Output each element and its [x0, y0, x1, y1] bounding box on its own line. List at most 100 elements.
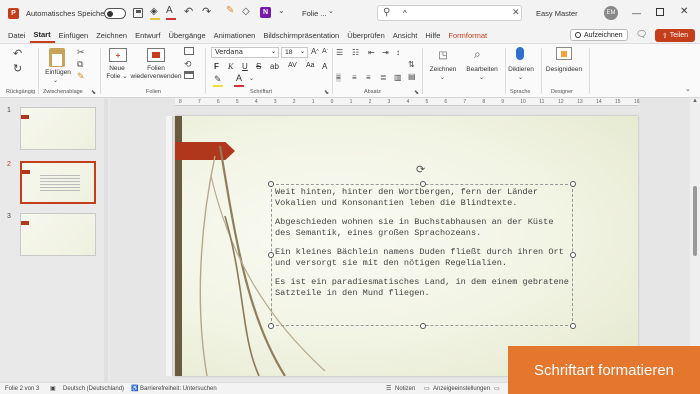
display-settings-label[interactable]: Anzeigeeinstellungen	[433, 386, 490, 392]
collapse-ribbon-icon[interactable]: ⌄	[685, 85, 691, 93]
comments-icon[interactable]: 🗨	[636, 29, 647, 40]
scroll-up-icon[interactable]: ▲	[692, 98, 698, 104]
reuse-slides-label-1[interactable]: Folien	[132, 65, 180, 73]
paste-icon[interactable]	[49, 48, 65, 67]
title-dropdown-icon[interactable]: ⌄	[328, 7, 334, 15]
tab-zeichnen[interactable]: Zeichnen	[92, 27, 131, 43]
tab-datei[interactable]: Datei	[4, 27, 30, 43]
slide-thumbnail[interactable]	[20, 213, 96, 256]
accessibility-text[interactable]: Barrierefreiheit: Untersuchen	[140, 386, 217, 392]
slide-thumbnail[interactable]	[20, 107, 96, 150]
shrink-font-icon[interactable]: Aˇ	[322, 48, 328, 55]
tab-ueberpruefen[interactable]: Überprüfen	[343, 27, 389, 43]
new-slide-label-1[interactable]: Neue	[102, 65, 132, 73]
customize-toolbar-icon[interactable]: ⌄	[278, 6, 285, 15]
align-left-icon[interactable]: ≡	[336, 73, 341, 82]
font-size-select[interactable]: 18 ⌄	[281, 47, 308, 58]
accessibility-icon[interactable]: ♿	[131, 385, 138, 392]
underline-icon[interactable]: U	[242, 62, 248, 71]
design-ideas-label[interactable]: Designideen	[543, 66, 585, 74]
new-slide-icon[interactable]: +	[109, 48, 127, 62]
tab-start[interactable]: Start	[29, 27, 55, 43]
notes-label[interactable]: Notizen	[395, 386, 415, 392]
tab-ansicht[interactable]: Ansicht	[389, 27, 422, 43]
normal-view-icon[interactable]: ▭	[494, 385, 500, 392]
save-icon[interactable]	[133, 8, 143, 18]
thumbnail-scrollbar[interactable]	[104, 98, 108, 382]
design-ideas-icon[interactable]	[556, 47, 572, 60]
autosave-toggle[interactable]	[104, 8, 126, 19]
paste-button-label[interactable]: Einfügen	[44, 69, 72, 77]
notes-icon[interactable]: ☰	[386, 385, 391, 392]
decrease-indent-icon[interactable]: ⇤	[368, 48, 375, 57]
strikethrough-icon[interactable]: S	[256, 62, 261, 71]
columns-icon[interactable]: ▥	[394, 73, 402, 82]
redo-icon[interactable]: ↷	[202, 5, 211, 18]
text-direction-icon[interactable]: ⇅	[408, 60, 415, 69]
font-name-select[interactable]: Verdana ⌄	[211, 47, 279, 58]
ribbon-redo-icon[interactable]: ↻	[13, 62, 22, 75]
increase-indent-icon[interactable]: ⇥	[382, 48, 389, 57]
bullets-icon[interactable]: ☰	[336, 48, 343, 57]
minimize-icon[interactable]: —	[632, 8, 641, 18]
draw-button-label[interactable]: Zeichnen	[426, 66, 460, 74]
resize-handle[interactable]	[570, 323, 576, 329]
slide-canvas[interactable]: ⟳ Weit hinten, hinter den Wortbergen, fe…	[175, 116, 638, 376]
font-launcher-icon[interactable]: ⬊	[324, 89, 329, 96]
copy-icon[interactable]: ⧉	[77, 59, 83, 70]
record-button[interactable]: Aufzeichnen	[570, 29, 628, 41]
display-settings-icon[interactable]: ▭	[424, 385, 430, 392]
document-title[interactable]: Folie ...	[302, 9, 327, 18]
undo-icon[interactable]: ↶	[184, 5, 193, 18]
draw-shapes-icon[interactable]: ◳	[434, 48, 452, 62]
tab-entwurf[interactable]: Entwurf	[131, 27, 164, 43]
close-icon[interactable]: ✕	[680, 6, 688, 17]
align-right-icon[interactable]: ≡	[366, 73, 371, 82]
text-box[interactable]: ⟳ Weit hinten, hinter den Wortbergen, fe…	[268, 164, 576, 329]
microphone-icon[interactable]	[516, 47, 524, 60]
shadow-icon[interactable]: ab	[270, 62, 279, 71]
tab-uebergaenge[interactable]: Übergänge	[165, 27, 210, 43]
italic-icon[interactable]: K	[228, 62, 233, 71]
maximize-icon[interactable]	[656, 8, 664, 16]
numbering-icon[interactable]: ☷	[352, 48, 359, 57]
rotate-handle-icon[interactable]: ⟳	[416, 163, 425, 176]
tab-bildschirmpraesentation[interactable]: Bildschirmpräsentation	[259, 27, 343, 43]
onenote-icon[interactable]: N	[260, 7, 271, 18]
spellcheck-icon[interactable]: ▣	[50, 385, 56, 392]
draw-dropdown-icon[interactable]: ⌄	[440, 74, 445, 81]
search-box[interactable]: ⚲ ^ ✕	[377, 5, 522, 21]
reuse-slides-label-2[interactable]: wiederverwenden	[124, 73, 188, 81]
dictate-dropdown-icon[interactable]: ⌄	[518, 74, 523, 81]
avatar[interactable]: EM	[604, 6, 618, 20]
share-button[interactable]: ⇧ Teilen	[655, 29, 695, 42]
justify-icon[interactable]: ≣	[380, 73, 387, 82]
ribbon-undo-icon[interactable]: ↶	[13, 47, 22, 60]
editing-dropdown-icon[interactable]: ⌄	[479, 74, 484, 81]
resize-handle[interactable]	[268, 323, 274, 329]
language-text[interactable]: Deutsch (Deutschland)	[63, 386, 124, 392]
dictate-button-label[interactable]: Diktieren	[504, 66, 538, 74]
vertical-scrollbar[interactable]: ▲	[690, 98, 700, 382]
editing-icon[interactable]: ⌕	[474, 47, 481, 62]
font-color-dropdown-icon[interactable]: ⌄	[249, 75, 254, 82]
line-spacing-icon[interactable]: ↕	[396, 48, 400, 57]
text-box-content[interactable]: Weit hinten, hinter den Wortbergen, fern…	[275, 187, 571, 307]
scroll-thumb[interactable]	[693, 186, 697, 256]
tab-animationen[interactable]: Animationen	[210, 27, 260, 43]
resize-handle[interactable]	[420, 323, 426, 329]
resize-handle[interactable]	[268, 252, 274, 258]
tab-hilfe[interactable]: Hilfe	[421, 27, 444, 43]
section-icon[interactable]	[184, 71, 194, 79]
char-spacing-icon[interactable]: AV	[288, 62, 297, 69]
font-color-icon[interactable]: A	[166, 5, 173, 16]
reset-icon[interactable]: ⟲	[184, 59, 192, 70]
layout-icon[interactable]	[184, 47, 194, 55]
format-painter-ribbon-icon[interactable]: ✎	[77, 71, 85, 82]
grow-font-icon[interactable]: A ^	[311, 47, 319, 56]
shape-fill-icon[interactable]: ◈	[150, 6, 158, 17]
shape-outline-icon[interactable]: ◇	[242, 6, 250, 17]
slide-thumbnail-selected[interactable]	[20, 161, 96, 204]
format-painter-icon[interactable]: ✎	[226, 5, 234, 16]
tab-einfuegen[interactable]: Einfügen	[55, 27, 93, 43]
